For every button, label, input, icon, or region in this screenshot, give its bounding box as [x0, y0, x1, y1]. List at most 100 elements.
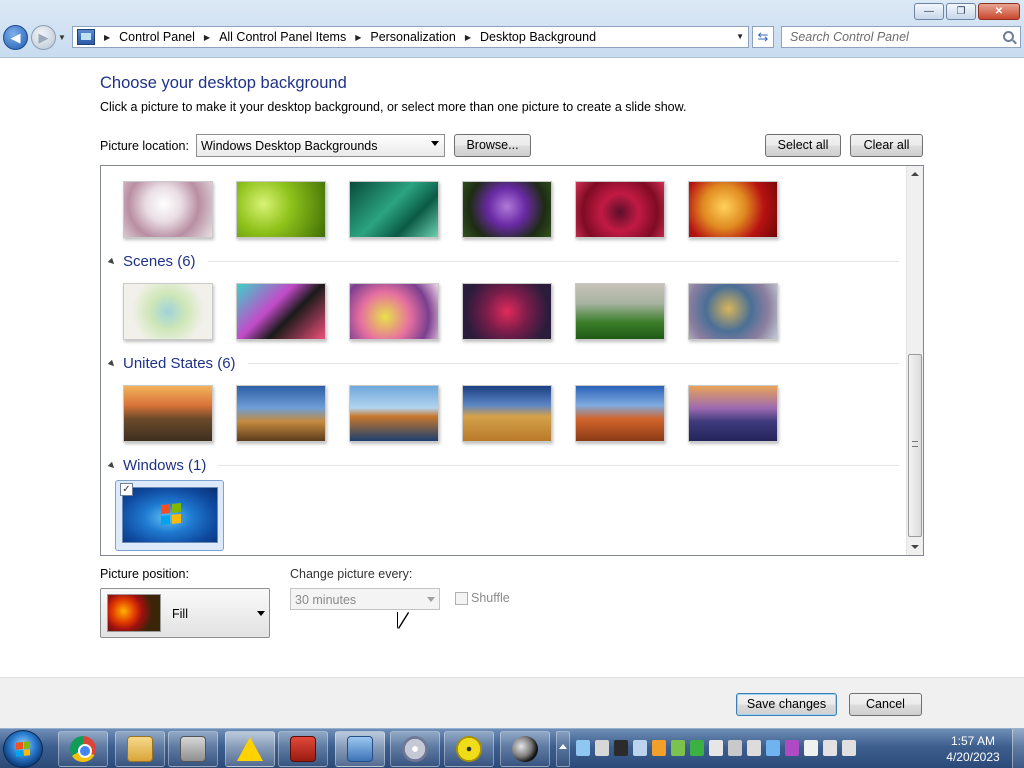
change-picture-dropdown[interactable]: 30 minutes [290, 588, 440, 610]
back-button[interactable]: ◀ [3, 25, 28, 50]
clear-all-button[interactable]: Clear all [850, 134, 923, 157]
wallpaper-checkbox[interactable]: ✓ [120, 483, 133, 496]
wallpaper-thumbnail[interactable] [236, 385, 326, 442]
taskbar-red-app[interactable] [278, 731, 328, 767]
recent-pages-dropdown[interactable]: ▼ [58, 33, 66, 42]
wallpaper-thumbnail[interactable] [123, 385, 213, 442]
group-header-scenes[interactable]: Scenes (6) [107, 253, 899, 270]
start-button[interactable] [3, 730, 43, 768]
tray-search-icon[interactable] [652, 740, 666, 756]
wallpaper-tile-selected[interactable]: ✓ [115, 480, 224, 551]
tray-drive-icon[interactable] [728, 740, 742, 756]
wallpaper-thumbnail[interactable] [575, 283, 665, 340]
group-header-windows[interactable]: Windows (1) [107, 457, 899, 474]
show-hidden-icons-button[interactable] [556, 731, 570, 767]
shuffle-label: Shuffle [471, 591, 510, 605]
chevron-down-icon [431, 141, 439, 146]
tray-phone-icon[interactable] [690, 740, 704, 756]
cancel-button[interactable]: Cancel [849, 693, 922, 716]
breadcrumb-separator-icon[interactable]: ▶ [104, 33, 110, 42]
windows-logo-icon [161, 502, 181, 526]
restore-button[interactable]: ❐ [946, 3, 976, 20]
dvd-maker-icon [402, 736, 428, 762]
close-button[interactable]: ✕ [978, 3, 1020, 20]
tray-dropbox-icon[interactable] [766, 740, 780, 756]
gallery-scrollbar[interactable] [906, 166, 923, 555]
tray-window-icon[interactable] [633, 740, 647, 756]
shuffle-checkbox[interactable]: Shuffle [455, 591, 510, 605]
taskbar-moon-app[interactable] [500, 731, 550, 767]
wallpaper-thumbnail[interactable] [688, 181, 778, 238]
checkbox-icon[interactable] [455, 591, 468, 605]
wallpaper-thumbnail[interactable] [575, 181, 665, 238]
tray-volume-mute-icon[interactable] [842, 740, 856, 756]
tray-triangle-icon[interactable] [595, 740, 609, 756]
search-icon[interactable] [1003, 31, 1014, 42]
breadcrumb-separator-icon[interactable]: ▶ [355, 33, 361, 42]
breadcrumb-all-control-panel-items[interactable]: All Control Panel Items [219, 30, 346, 44]
wallpaper-row-united-states [123, 385, 778, 442]
red-app-icon [290, 736, 316, 762]
wallpaper-thumbnail[interactable] [462, 283, 552, 340]
refresh-button[interactable]: ⇆ [752, 26, 774, 48]
notification-area [576, 740, 856, 756]
breadcrumb-desktop-background[interactable]: Desktop Background [480, 30, 596, 44]
breadcrumb-control-panel[interactable]: Control Panel [119, 30, 195, 44]
browse-button[interactable]: Browse... [454, 134, 531, 157]
wallpaper-thumbnail[interactable] [349, 385, 439, 442]
wallpaper-thumbnail[interactable] [462, 181, 552, 238]
scrollbar-thumb[interactable] [908, 354, 922, 537]
picture-location-value: Windows Desktop Backgrounds [201, 139, 378, 153]
search-input[interactable] [782, 27, 992, 47]
collapse-triangle-icon[interactable] [107, 257, 117, 266]
wallpaper-thumbnail[interactable] [462, 385, 552, 442]
tray-flag-icon[interactable] [804, 740, 818, 756]
tray-umbrella-icon[interactable] [785, 740, 799, 756]
save-changes-button[interactable]: Save changes [736, 693, 837, 716]
tray-usb-icon[interactable] [709, 740, 723, 756]
wallpaper-thumbnail[interactable] [236, 181, 326, 238]
tray-network-icon[interactable] [823, 740, 837, 756]
wallpaper-thumbnail[interactable] [123, 283, 213, 340]
background-gallery[interactable]: Scenes (6) United States (6) Windows (1)… [100, 165, 924, 556]
wallpaper-thumbnail[interactable] [349, 283, 439, 340]
taskbar-dvd-maker[interactable] [390, 731, 440, 767]
taskbar-explorer[interactable] [115, 731, 165, 767]
forward-button[interactable]: ▶ [31, 25, 56, 50]
address-bar[interactable]: ▶ Control Panel ▶ All Control Panel Item… [72, 26, 749, 48]
picture-position-dropdown[interactable]: Fill [100, 588, 270, 638]
wallpaper-thumbnail[interactable] [349, 181, 439, 238]
tray-moon-icon[interactable] [614, 740, 628, 756]
show-desktop-button[interactable] [1012, 729, 1024, 768]
taskbar-disc-app[interactable] [444, 731, 494, 767]
select-all-button[interactable]: Select all [765, 134, 841, 157]
taskbar-key-lock[interactable] [168, 731, 218, 767]
picture-location-dropdown[interactable]: Windows Desktop Backgrounds [196, 134, 445, 157]
breadcrumb-personalization[interactable]: Personalization [370, 30, 455, 44]
page-title: Choose your desktop background [100, 74, 347, 92]
wallpaper-thumbnail[interactable] [575, 385, 665, 442]
scroll-up-icon[interactable] [911, 172, 919, 176]
wallpaper-thumbnail[interactable] [688, 385, 778, 442]
system-clock[interactable]: 1:57 AM 4/20/2023 [940, 733, 1006, 765]
collapse-triangle-icon[interactable] [107, 359, 117, 368]
control-panel-icon [77, 29, 95, 45]
taskbar-control-panel[interactable] [335, 731, 385, 767]
wallpaper-thumbnail[interactable] [123, 181, 213, 238]
tray-puzzle-icon[interactable] [671, 740, 685, 756]
group-header-united-states[interactable]: United States (6) [107, 355, 899, 372]
wallpaper-thumbnail[interactable] [688, 283, 778, 340]
tray-keyboard-icon[interactable] [747, 740, 761, 756]
scroll-down-icon[interactable] [911, 545, 919, 549]
taskbar-warning-app[interactable] [225, 731, 275, 767]
wallpaper-thumbnail[interactable] [236, 283, 326, 340]
address-dropdown-icon[interactable]: ▼ [736, 32, 744, 41]
taskbar-chrome[interactable] [58, 731, 108, 767]
tray-pen-icon[interactable] [576, 740, 590, 756]
breadcrumb: Control Panel ▶ All Control Panel Items … [119, 30, 596, 44]
clock-date: 4/20/2023 [946, 750, 1000, 764]
breadcrumb-separator-icon[interactable]: ▶ [204, 33, 210, 42]
collapse-triangle-icon[interactable] [107, 461, 117, 470]
breadcrumb-separator-icon[interactable]: ▶ [465, 33, 471, 42]
minimize-button[interactable]: — [914, 3, 944, 20]
